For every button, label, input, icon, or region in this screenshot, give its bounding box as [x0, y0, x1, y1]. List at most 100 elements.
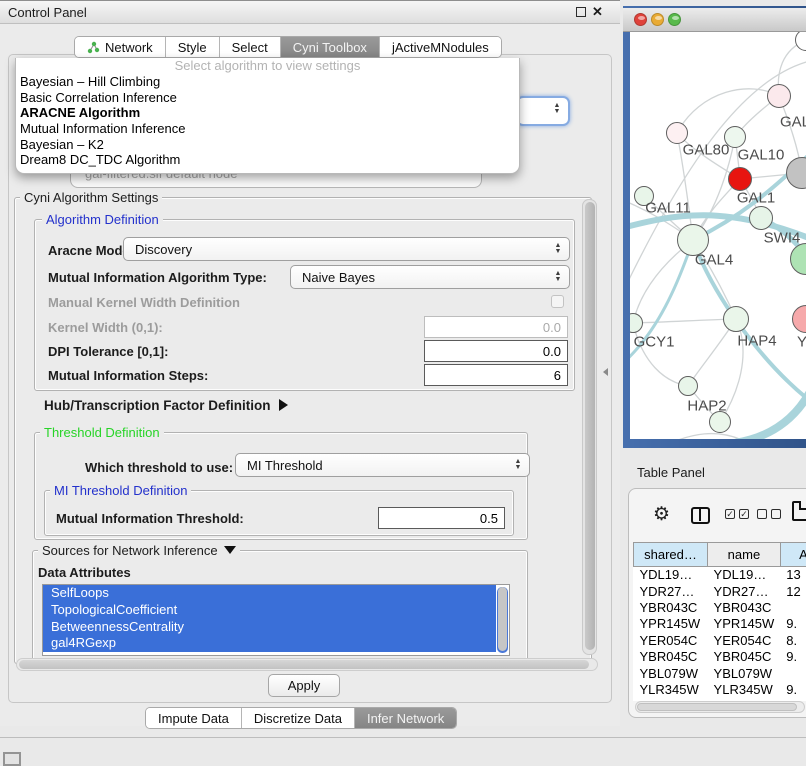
- sources-expander[interactable]: Sources for Network Inference: [38, 543, 240, 558]
- table-row[interactable]: YDL19…YDL19…13: [634, 567, 806, 583]
- list-scrollbar-thumb[interactable]: [498, 587, 507, 651]
- hub-definition-expander[interactable]: Hub/Transcription Factor Definition: [44, 398, 288, 413]
- tab-label: Infer Network: [367, 711, 444, 726]
- table-cell: YBR045C: [634, 648, 708, 664]
- aracne-mode-value: Discovery: [135, 242, 192, 257]
- attribute-list-item[interactable]: gal4RGexp: [43, 635, 496, 652]
- dropdown-item[interactable]: Dream8 DC_TDC Algorithm: [16, 152, 519, 168]
- table-row[interactable]: YBR045CYBR045C9.: [634, 648, 806, 664]
- settings-vertical-scrollbar[interactable]: [582, 199, 597, 655]
- dropdown-item[interactable]: Basic Correlation Inference: [16, 90, 519, 106]
- apply-button[interactable]: Apply: [268, 674, 340, 697]
- settings-vertical-thumb[interactable]: [585, 202, 595, 650]
- which-threshold-value: MI Threshold: [247, 458, 323, 473]
- tab-network[interactable]: Network: [75, 37, 166, 57]
- table-panel-title: Table Panel: [637, 465, 705, 480]
- close-icon[interactable]: ✕: [592, 4, 603, 20]
- tab-infer-network[interactable]: Infer Network: [355, 708, 456, 728]
- table-row[interactable]: YLR345WYLR345W9.: [634, 681, 806, 697]
- node-label: Y: [797, 334, 806, 351]
- tab-select[interactable]: Select: [220, 37, 281, 57]
- network-node-gal10[interactable]: [724, 126, 746, 148]
- table-row[interactable]: YER054CYER054C8.: [634, 632, 806, 648]
- algorithm-combobox[interactable]: ▲▼: [516, 96, 570, 126]
- table-row[interactable]: YBL079WYBL079W: [634, 665, 806, 681]
- aracne-mode-combobox[interactable]: Discovery ▲▼: [123, 237, 570, 261]
- network-node[interactable]: [709, 411, 731, 433]
- node-attribute-table[interactable]: shared…nameA YDL19…YDL19…13YDR27…YDR27…1…: [633, 542, 806, 701]
- data-attributes-list[interactable]: SelfLoopsTopologicalCoefficientBetweenne…: [42, 584, 510, 656]
- bottom-divider: [0, 737, 806, 738]
- network-window-titlebar[interactable]: [623, 8, 806, 32]
- zoom-traffic-light-icon[interactable]: [668, 13, 681, 26]
- mi-type-label: Mutual Information Algorithm Type:: [48, 270, 267, 285]
- column-header-A[interactable]: A: [780, 543, 806, 567]
- table-cell: YLR345W: [708, 681, 781, 697]
- dropdown-item[interactable]: Bayesian – K2: [16, 137, 519, 153]
- node-label: SWI4: [764, 230, 801, 247]
- dropdown-item[interactable]: ARACNE Algorithm: [16, 105, 519, 121]
- control-panel-tabs: NetworkStyleSelect Cyni Toolbox jActiveMNo…: [74, 36, 502, 58]
- tab-label: Cyni Toolbox: [293, 40, 367, 55]
- tab-style[interactable]: Style: [166, 37, 220, 57]
- table-cell: YBL079W: [708, 665, 781, 681]
- table-cell: [780, 665, 806, 681]
- network-node-gal[interactable]: [767, 84, 791, 108]
- attribute-list-item[interactable]: SelfLoops: [43, 585, 496, 602]
- status-bar-icon[interactable]: [3, 752, 21, 766]
- combobox-stepper-icon: ▲▼: [552, 268, 564, 286]
- manual-kernel-checkbox[interactable]: [551, 295, 564, 308]
- table-cell: 9.: [780, 616, 806, 632]
- dpi-tolerance-label: DPI Tolerance [0,1]:: [48, 344, 168, 359]
- network-node-hap2[interactable]: [678, 376, 698, 396]
- kernel-width-field[interactable]: 0.0: [424, 316, 568, 338]
- mi-threshold-title: MI Threshold Definition: [50, 483, 191, 498]
- network-canvas[interactable]: GALGAL80GAL10GAL1GAL11SWI4GAL4GCY1HAP4YH…: [630, 32, 806, 439]
- which-threshold-combobox[interactable]: MI Threshold ▲▼: [235, 453, 530, 477]
- table-cell: YBR045C: [708, 648, 781, 664]
- mi-steps-label: Mutual Information Steps:: [48, 368, 208, 383]
- mi-threshold-field[interactable]: 0.5: [378, 507, 505, 529]
- mi-type-combobox[interactable]: Naive Bayes ▲▼: [290, 265, 570, 289]
- control-panel-window: Control Panel ✕ NetworkStyleSelectCyni T…: [0, 0, 620, 726]
- tab-cyni-toolbox[interactable]: Cyni Toolbox: [281, 37, 380, 57]
- split-pane-handle[interactable]: [603, 368, 608, 376]
- table-horizontal-thumb[interactable]: [637, 703, 797, 711]
- table-horizontal-scrollbar[interactable]: [635, 701, 805, 713]
- cyni-mode-tabs: Impute DataDiscretize Data Infer Network: [145, 707, 457, 729]
- table-cell: YBL079W: [634, 665, 708, 681]
- node-label: GCY1: [634, 334, 675, 351]
- table-row[interactable]: YPR145WYPR145W9.: [634, 616, 806, 632]
- settings-horizontal-scrollbar[interactable]: [16, 658, 598, 671]
- tab-jactivemnodules[interactable]: jActiveMNodules: [380, 37, 501, 57]
- node-label: GAL11: [645, 200, 691, 217]
- float-window-icon[interactable]: [576, 7, 586, 17]
- tab-discretize-data[interactable]: Discretize Data: [242, 708, 355, 728]
- node-label: GAL10: [738, 147, 785, 164]
- table-cell: YBR043C: [708, 599, 781, 615]
- network-node-hap4[interactable]: [723, 306, 749, 332]
- table-row[interactable]: YBR043CYBR043C: [634, 599, 806, 615]
- table-cell: YDL19…: [634, 567, 708, 583]
- tab-impute-data[interactable]: Impute Data: [146, 708, 242, 728]
- dropdown-prompt: Select algorithm to view settings: [16, 58, 519, 74]
- mi-type-value: Naive Bayes: [302, 270, 375, 285]
- minimize-traffic-light-icon[interactable]: [651, 13, 664, 26]
- table-cell: 13: [780, 567, 806, 583]
- settings-horizontal-thumb[interactable]: [19, 660, 589, 669]
- attribute-list-item[interactable]: TopologicalCoefficient: [43, 602, 496, 619]
- network-node-swi4[interactable]: [749, 206, 773, 230]
- network-node-gal1[interactable]: [728, 167, 752, 191]
- node-label: GAL1: [737, 190, 775, 207]
- dropdown-item[interactable]: Bayesian – Hill Climbing: [16, 74, 519, 90]
- column-header-shared[interactable]: shared…: [634, 543, 708, 567]
- table-row[interactable]: YDR27…YDR27…12: [634, 583, 806, 599]
- close-traffic-light-icon[interactable]: [634, 13, 647, 26]
- column-header-name[interactable]: name: [708, 543, 781, 567]
- list-scrollbar[interactable]: [497, 587, 508, 653]
- dropdown-item[interactable]: Mutual Information Inference: [16, 121, 519, 137]
- attribute-list-item[interactable]: BetweennessCentrality: [43, 619, 496, 636]
- table-cell: 12: [780, 583, 806, 599]
- dpi-tolerance-field[interactable]: 0.0: [424, 340, 568, 362]
- mi-steps-field[interactable]: 6: [424, 364, 568, 386]
